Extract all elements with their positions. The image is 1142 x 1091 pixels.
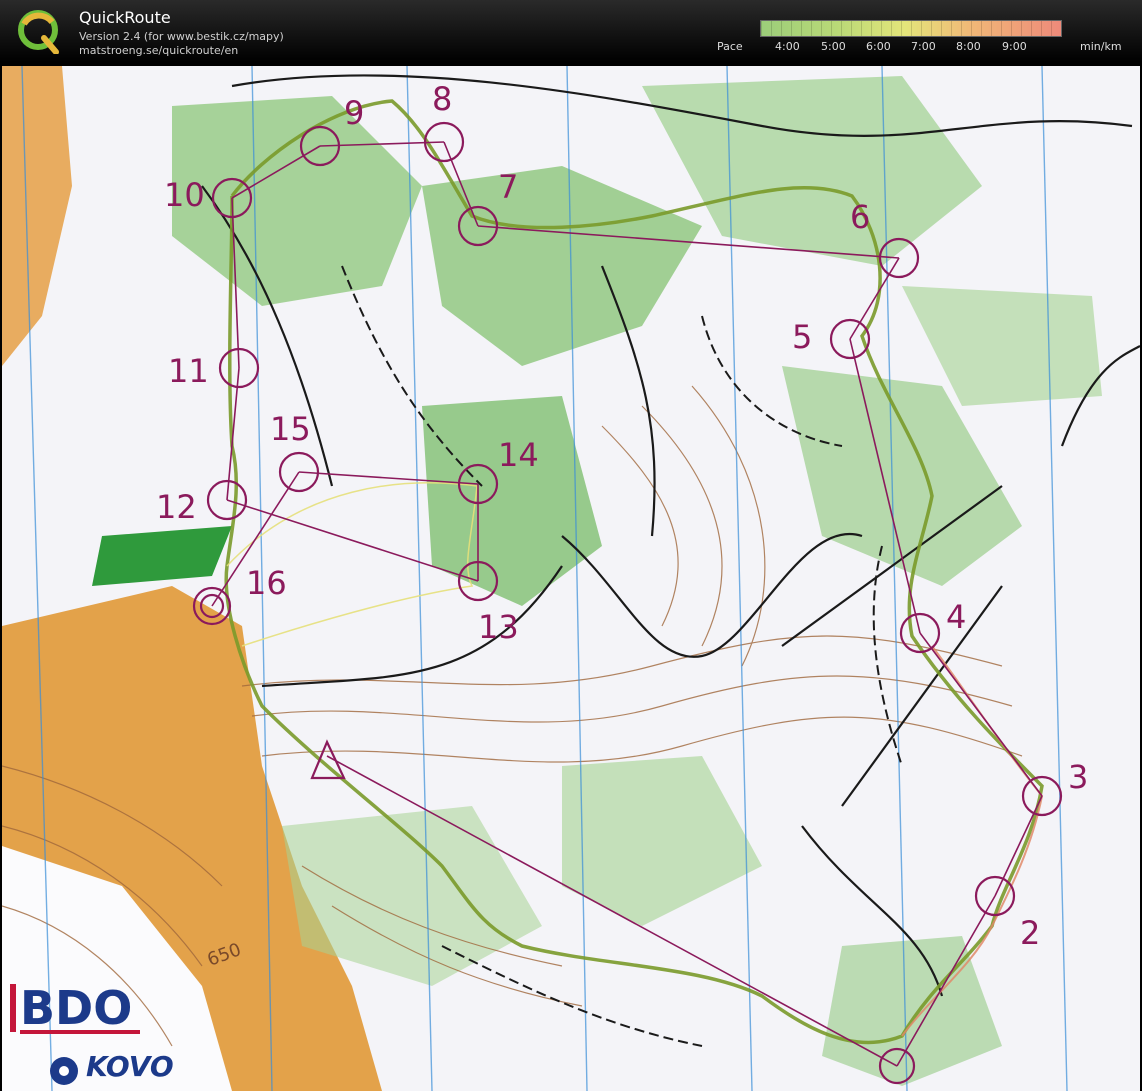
- control-number: 8: [432, 80, 452, 118]
- sponsor-kovo-logo: KOVO: [86, 1050, 174, 1083]
- map-canvas[interactable]: 2 3 4 5 6 7 8 9 10 11 12 13 14 15 16 650…: [2, 66, 1140, 1091]
- control-number: 16: [246, 564, 287, 602]
- pace-tick: 8:00: [956, 40, 981, 53]
- pace-unit: min/km: [1080, 40, 1122, 53]
- control-number: 12: [156, 488, 197, 526]
- pace-label: Pace: [717, 40, 743, 53]
- control-number: 10: [164, 176, 205, 214]
- pace-tick: 5:00: [821, 40, 846, 53]
- app-header: QuickRoute Version 2.4 (for www.bestik.c…: [0, 0, 1142, 62]
- control-number: 5: [792, 318, 812, 356]
- control-number: 11: [168, 352, 209, 390]
- control-number: 13: [478, 608, 519, 646]
- control-number: 9: [344, 94, 364, 132]
- forest-patch: [172, 96, 422, 306]
- pace-tick: 7:00: [911, 40, 936, 53]
- pace-tick: 6:00: [866, 40, 891, 53]
- pace-scale-bar: [760, 20, 1062, 37]
- app-title: QuickRoute: [79, 8, 171, 27]
- forest-patch: [422, 166, 702, 366]
- control-number: 6: [850, 198, 870, 236]
- kovo-gear-icon: [50, 1057, 78, 1085]
- start-triangle: [310, 739, 346, 780]
- app-url: matstroeng.se/quickroute/en: [79, 44, 239, 57]
- control-number: 15: [270, 410, 311, 448]
- orienteering-map[interactable]: 2 3 4 5 6 7 8 9 10 11 12 13 14 15 16 650…: [2, 66, 1140, 1091]
- bdo-bar: [10, 984, 16, 1032]
- app-version: Version 2.4 (for www.bestik.cz/mapy): [79, 30, 284, 43]
- quickroute-logo-icon: [18, 10, 59, 54]
- control-number: 3: [1068, 758, 1088, 796]
- control-number: 2: [1020, 914, 1040, 952]
- sponsor-bdo-logo: BDO: [20, 981, 132, 1035]
- control-number: 7: [498, 168, 518, 206]
- control-number: 14: [498, 436, 539, 474]
- open-land-west: [2, 66, 72, 366]
- bdo-underline: [20, 1030, 140, 1034]
- pace-tick: 4:00: [775, 40, 800, 53]
- forest-patch: [822, 936, 1002, 1086]
- forest-patch: [92, 526, 232, 586]
- pace-tick: 9:00: [1002, 40, 1027, 53]
- control-number: 4: [946, 598, 966, 636]
